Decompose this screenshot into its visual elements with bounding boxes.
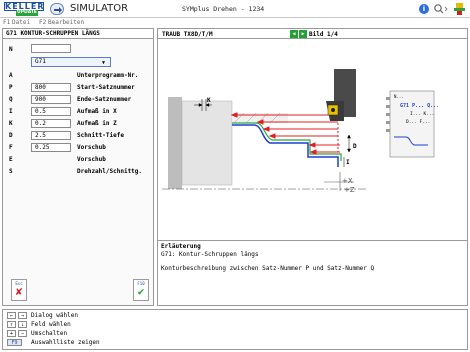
param-key: F [9,144,13,151]
esc-cancel-button[interactable]: Esc ✘ [11,279,27,301]
f9-key-icon: F9 [7,339,22,346]
explanation-title: Erläuterung [161,243,201,250]
param-key: Q [9,96,13,103]
param-row-f: F 0.25 Vorschub [3,142,153,153]
param-row-p: P 800 Start-Satznummer [3,82,153,93]
f10-confirm-button[interactable]: F10 ✔ [133,279,149,301]
param-desc: Vorschub [77,156,106,163]
param-key: S [9,168,13,175]
left-arrow-key-icon: ← [7,312,16,319]
axis-label-z: +Z [344,186,355,194]
param-desc: Unterprogramm-Nr. [77,72,139,79]
help-text: Dialog wählen [31,312,78,319]
confirm-check-icon: ✔ [137,285,145,298]
next-image-button[interactable]: ▶ [299,30,307,38]
search-icon[interactable] [433,3,449,15]
turning-tool-icon [326,69,356,121]
title-bar: KELLER UPDATE SIMULATOR SYMplus Drehen -… [0,0,470,18]
param-desc: Aufmaß in X [77,108,117,115]
param-key: A [9,72,13,79]
menu-key-f1: F1 [3,19,11,26]
cancel-x-icon: ✘ [15,285,23,298]
param-row-e: E Vorschub [3,154,153,165]
param-input-f[interactable]: 0.25 [31,143,71,152]
help-text: Umschalten [31,330,68,337]
preview-line-3: I... K... [410,111,434,117]
param-input-k[interactable]: 0.2 [31,119,71,128]
param-desc: Start-Satznummer [77,84,135,91]
param-row-a: A Unterprogramm-Nr. [3,70,153,81]
finish-contour [232,124,339,167]
right-arrow-key-icon: → [18,312,27,319]
explanation-line-2: Konturbeschreibung zwischen Satz-Nummer … [161,265,375,272]
param-key: D [9,132,13,139]
param-row-s: S Drehzahl/Schnittg. [3,166,153,177]
param-desc: Schnitt-Tiefe [77,132,124,139]
update-badge: UPDATE [16,10,38,16]
param-input-d[interactable]: 2.5 [31,131,71,140]
n-key-label: N [9,46,13,53]
graphic-header: TRAUB TX8D/T/M ◀ ▶ Bild 1/4 [158,29,467,39]
up-arrow-key-icon: ↑ [7,321,16,328]
menu-item-bearbeiten[interactable]: Bearbeiten [48,19,84,26]
menu-key-f2: F2 [39,19,47,26]
keller-logo: KELLER UPDATE [4,2,44,16]
param-key: K [9,120,13,127]
chuck-left [168,97,182,189]
preview-line-2: G71 P... Q... [400,103,439,109]
help-text: Feld wählen [31,321,71,328]
param-key: P [9,84,13,91]
param-input-i[interactable]: 0.5 [31,107,71,116]
machine-settings-icon[interactable] [452,2,468,16]
menu-item-datei[interactable]: Datei [12,19,30,26]
param-row-i: I 0.5 Aufmaß in X [3,106,153,117]
down-arrow-key-icon: ↓ [18,321,27,328]
dim-label-i: I [346,159,350,166]
explanation-box: Erläuterung G71: Kontur-Schruppen längs … [158,240,467,305]
minus-key-icon: − [18,330,27,337]
simulator-label[interactable]: SIMULATOR [70,3,128,14]
preview-line-4: D... F... [406,119,430,125]
explanation-line-1: G71: Kontur-Schruppen längs [161,251,259,258]
cycle-parameter-panel: G71 KONTUR-SCHRUPPEN LÄNGS N G71 ▼ A Unt… [2,28,154,306]
plus-key-icon: + [7,330,16,337]
param-desc: Aufmaß in Z [77,120,117,127]
param-row-q: Q 900 Ende-Satznummer [3,94,153,105]
page-indicator: Bild 1/4 [309,31,338,38]
cycle-select[interactable]: G71 ▼ [31,57,111,67]
prev-image-button[interactable]: ◀ [290,30,298,38]
menu-bar: F1 Datei F2 Bearbeiten [0,18,470,27]
simulator-arrow-icon[interactable] [50,3,64,15]
param-desc: Ende-Satznummer [77,96,132,103]
chevron-down-icon: ▼ [101,60,105,66]
workpiece-stock [181,100,233,186]
param-row-d: D 2.5 Schnitt-Tiefe [3,130,153,141]
help-text: Auswahlliste zeigen [31,339,100,346]
info-icon[interactable]: i [419,4,429,14]
param-key: E [9,156,13,163]
param-desc: Vorschub [77,144,106,151]
dim-label-d: D [353,143,357,150]
graphic-panel: TRAUB TX8D/T/M ◀ ▶ Bild 1/4 K I D +X +Z … [157,28,468,306]
param-row-k: K 0.2 Aufmaß in Z [3,118,153,129]
axis-label-x: +X [342,177,353,185]
param-desc: Drehzahl/Schnittg. [77,168,143,175]
cycle-diagram: K I D +X +Z N... G71 P... Q... I... K...… [162,69,439,194]
cycle-title: G71 KONTUR-SCHRUPPEN LÄNGS [3,29,153,39]
param-input-p[interactable]: 800 [31,83,71,92]
cycle-select-value: G71 [35,58,46,65]
window-title: SYMplus Drehen - 1234 [182,5,265,13]
preview-line-1: N... [394,94,404,99]
machine-label: TRAUB TX8D/T/M [162,31,213,38]
dim-label-k: K [207,97,211,104]
block-number-input[interactable] [31,44,71,53]
key-help-panel: ← → Dialog wählen ↑ ↓ Feld wählen + − Um… [2,309,468,350]
param-key: I [9,108,13,115]
param-input-q[interactable]: 900 [31,95,71,104]
